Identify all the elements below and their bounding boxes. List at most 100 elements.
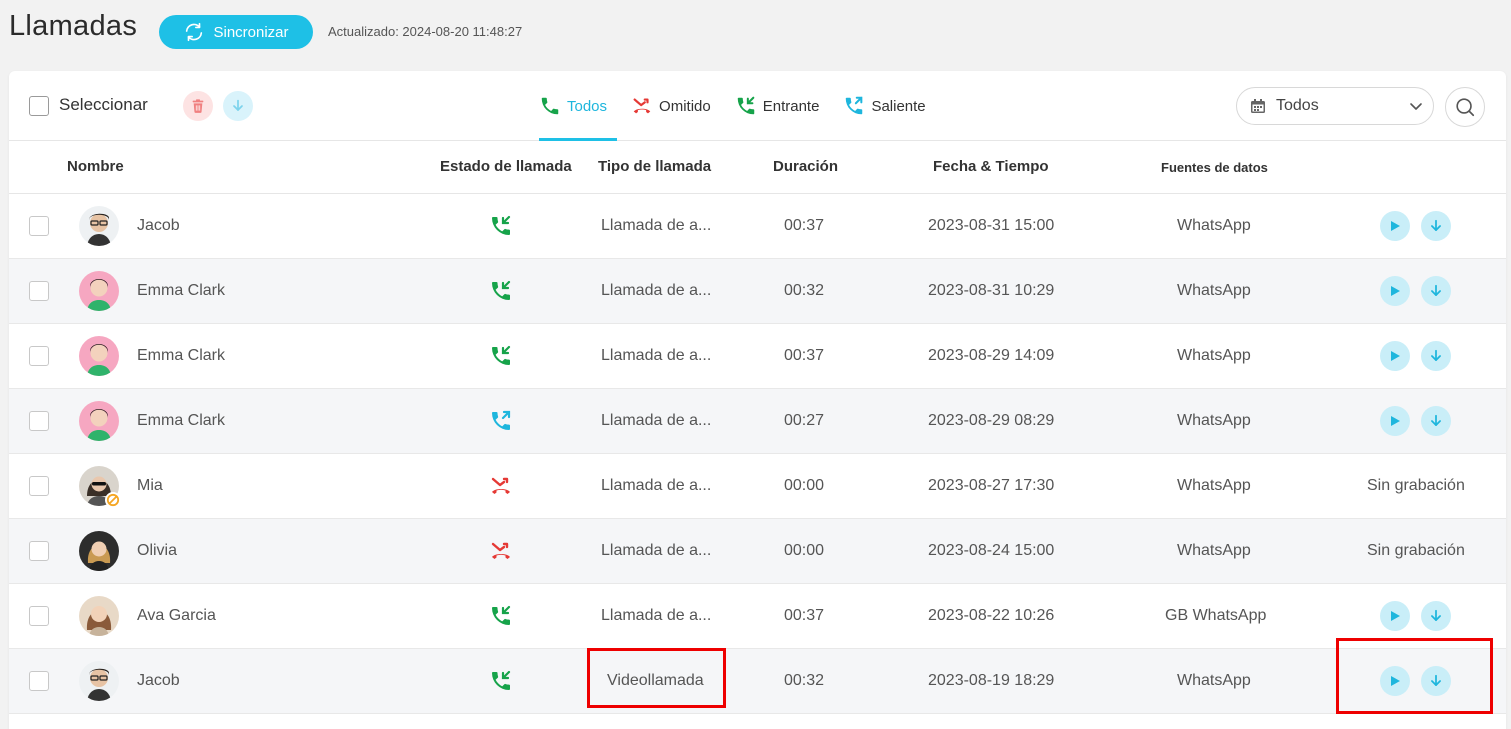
page-header: Llamadas Sincronizar Actualizado: 2024-0… <box>0 0 1511 66</box>
call-duration: 00:00 <box>784 477 825 494</box>
search-icon <box>1456 98 1475 117</box>
row-checkbox[interactable] <box>29 541 49 561</box>
play-icon <box>1391 286 1400 296</box>
highlight-box-call-type <box>587 648 726 708</box>
tab-omitido[interactable]: Omitido <box>631 71 721 141</box>
column-header-duration[interactable]: Duración <box>773 158 838 175</box>
play-icon <box>1391 221 1400 231</box>
call-type: Llamada de a... <box>601 607 712 624</box>
call-duration: 00:32 <box>784 282 825 299</box>
row-checkbox[interactable] <box>29 476 49 496</box>
select-all-checkbox[interactable] <box>29 96 49 116</box>
download-icon <box>1431 414 1441 426</box>
data-source: WhatsApp <box>1177 282 1251 299</box>
call-datetime: 2023-08-31 15:00 <box>928 217 1055 234</box>
column-header-datetime[interactable]: Fecha & Tiempo <box>933 158 1049 175</box>
download-button[interactable] <box>1421 276 1451 306</box>
call-datetime: 2023-08-29 14:09 <box>928 347 1055 364</box>
call-filter-tabs: Todos Omitido Entrante Saliente <box>539 71 940 141</box>
play-button[interactable] <box>1380 276 1410 306</box>
call-type: Llamada de a... <box>601 217 712 234</box>
call-duration: 00:37 <box>784 217 825 234</box>
table-row[interactable]: Jacob Videollamada 00:32 2023-08-19 18:2… <box>9 649 1506 714</box>
date-filter-select[interactable]: Todos <box>1236 87 1434 125</box>
call-datetime: 2023-08-31 10:29 <box>928 282 1055 299</box>
call-datetime: 2023-08-27 17:30 <box>928 477 1055 494</box>
call-datetime: 2023-08-29 08:29 <box>928 412 1055 429</box>
incoming-call-icon <box>492 215 511 235</box>
call-type: Llamada de a... <box>601 347 712 364</box>
table-row[interactable]: Olivia Llamada de a... 00:00 2023-08-24 … <box>9 519 1506 584</box>
row-checkbox[interactable] <box>29 411 49 431</box>
incoming-call-icon <box>492 280 511 300</box>
sync-button[interactable]: Sincronizar <box>159 15 313 49</box>
table-row[interactable]: Emma Clark Llamada de a... 00:27 2023-08… <box>9 389 1506 454</box>
download-button[interactable] <box>1421 406 1451 436</box>
delete-button[interactable] <box>183 91 213 121</box>
calendar-icon <box>1251 99 1265 113</box>
incoming-call-icon <box>492 605 511 625</box>
row-checkbox[interactable] <box>29 216 49 236</box>
download-selected-button[interactable] <box>223 91 253 121</box>
select-all-label[interactable]: Seleccionar <box>59 95 148 115</box>
play-button[interactable] <box>1380 406 1410 436</box>
data-source: WhatsApp <box>1177 412 1251 429</box>
data-source: WhatsApp <box>1177 672 1251 689</box>
call-type: Llamada de a... <box>601 282 712 299</box>
chevron-down-icon <box>1410 103 1422 110</box>
play-icon <box>1391 351 1400 361</box>
sync-icon <box>186 22 203 42</box>
call-datetime: 2023-08-24 15:00 <box>928 542 1055 559</box>
column-header-status[interactable]: Estado de llamada <box>440 158 572 175</box>
missed-call-icon <box>491 542 510 559</box>
column-header-source[interactable]: Fuentes de datos <box>1161 160 1268 175</box>
data-source: WhatsApp <box>1177 542 1251 559</box>
blocked-icon <box>105 492 121 508</box>
download-button[interactable] <box>1421 601 1451 631</box>
contact-name: Jacob <box>137 672 180 689</box>
call-duration: 00:37 <box>784 347 825 364</box>
tab-saliente[interactable]: Saliente <box>843 71 935 141</box>
page-title: Llamadas <box>9 10 138 42</box>
table-row[interactable]: Jacob Llamada de a... 00:37 2023-08-31 1… <box>9 194 1506 259</box>
play-button[interactable] <box>1380 211 1410 241</box>
contact-name: Emma Clark <box>137 347 226 364</box>
download-icon <box>233 99 243 111</box>
call-type: Llamada de a... <box>601 412 712 429</box>
incoming-call-icon <box>492 670 511 690</box>
tab-saliente-label: Saliente <box>871 97 926 115</box>
toolbar: Seleccionar Todos Omitido Entrante Salie… <box>9 71 1506 141</box>
avatar <box>79 271 119 311</box>
highlight-box-actions <box>1336 638 1493 714</box>
data-source: WhatsApp <box>1177 347 1251 364</box>
download-button[interactable] <box>1421 341 1451 371</box>
download-icon <box>1431 349 1441 361</box>
search-button[interactable] <box>1445 87 1485 127</box>
play-button[interactable] <box>1380 341 1410 371</box>
missed-call-icon <box>491 477 510 494</box>
column-header-type[interactable]: Tipo de llamada <box>598 158 711 175</box>
column-header-name[interactable]: Nombre <box>67 158 124 175</box>
row-checkbox[interactable] <box>29 606 49 626</box>
row-checkbox[interactable] <box>29 671 49 691</box>
tab-entrante[interactable]: Entrante <box>735 71 830 141</box>
call-datetime: 2023-08-22 10:26 <box>928 607 1055 624</box>
play-button[interactable] <box>1380 601 1410 631</box>
contact-name: Ava Garcia <box>137 607 216 624</box>
incoming-call-icon <box>492 345 511 365</box>
tab-entrante-label: Entrante <box>762 97 820 115</box>
table-row[interactable]: Ava Garcia Llamada de a... 00:37 2023-08… <box>9 584 1506 649</box>
row-checkbox[interactable] <box>29 281 49 301</box>
download-button[interactable] <box>1421 211 1451 241</box>
incoming-call-icon <box>737 96 755 115</box>
call-type: Llamada de a... <box>601 477 712 494</box>
tab-todos-label: Todos <box>567 97 608 115</box>
table-row[interactable]: Mia Llamada de a... 00:00 2023-08-27 17:… <box>9 454 1506 519</box>
row-checkbox[interactable] <box>29 346 49 366</box>
tab-todos[interactable]: Todos <box>539 71 618 141</box>
avatar <box>79 531 119 571</box>
contact-name: Emma Clark <box>137 412 226 429</box>
no-recording-label: Sin grabación <box>1367 477 1465 494</box>
table-row[interactable]: Emma Clark Llamada de a... 00:32 2023-08… <box>9 259 1506 324</box>
table-row[interactable]: Emma Clark Llamada de a... 00:37 2023-08… <box>9 324 1506 389</box>
